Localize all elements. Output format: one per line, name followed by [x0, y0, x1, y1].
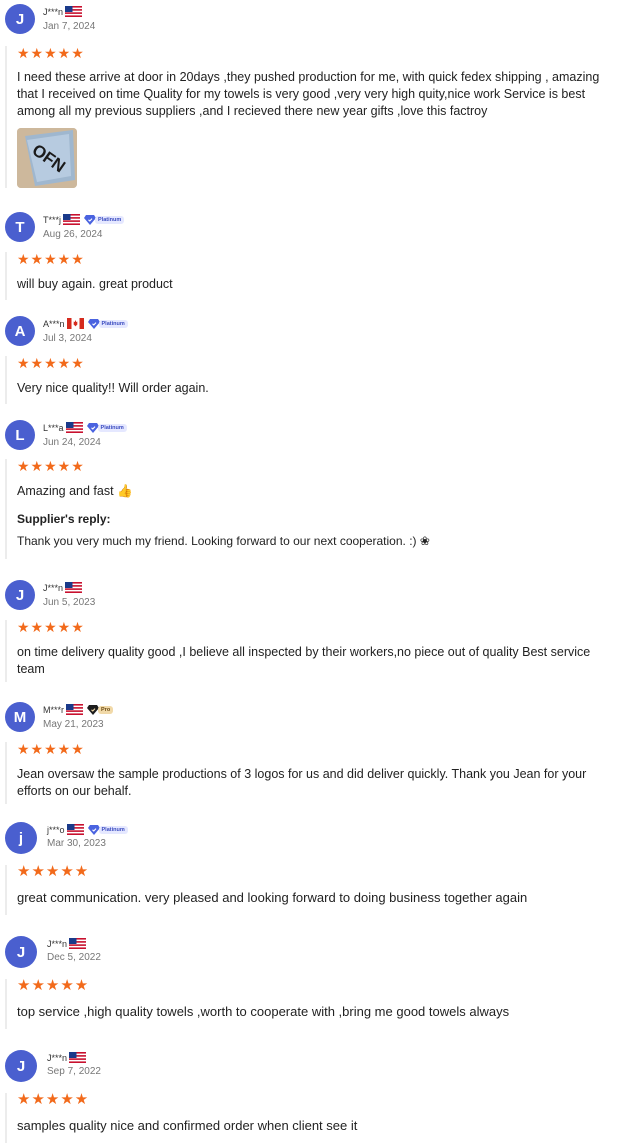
- diamond-icon: [87, 423, 99, 433]
- badge-label: Platinum: [97, 423, 127, 432]
- review-text: Very nice quality!! Will order again.: [17, 381, 209, 395]
- supplier-reply-title: Supplier's reply:: [17, 512, 111, 526]
- us-flag-icon: [65, 582, 82, 593]
- us-flag-icon: [66, 704, 83, 715]
- reviewer-name: j***o: [47, 824, 65, 835]
- review-body: ★★★★★ Amazing and fast 👍 Supplier's repl…: [5, 459, 617, 559]
- star-rating: ★★★★★: [17, 355, 85, 371]
- star-rating: ★★★★★: [17, 45, 85, 61]
- review-date: Jun 5, 2023: [43, 597, 96, 608]
- avatar: J: [5, 4, 35, 34]
- review-body: ★★★★★ Jean oversaw the sample production…: [5, 742, 617, 804]
- review-card: J J***n Sep 7, 2022 ★★★★★ samples qualit…: [0, 1046, 632, 1147]
- review-card: j j***o Platinum Mar 30, 2023 ★★★★★ grea…: [0, 818, 632, 923]
- reviewer-name: L***a: [43, 422, 64, 433]
- star-rating: ★★★★★: [17, 619, 85, 635]
- reviewer-row: j***o Platinum: [47, 823, 128, 836]
- review-body: ★★★★★ will buy again. great product: [5, 252, 617, 300]
- review-text: great communication. very pleased and lo…: [17, 890, 528, 905]
- review-date: May 21, 2023: [43, 719, 104, 730]
- avatar: A: [5, 316, 35, 346]
- reviewer-row: J***n: [43, 5, 82, 18]
- ca-flag-icon: [67, 318, 84, 329]
- diamond-icon: [88, 319, 100, 329]
- reviewer-row: J***n: [47, 937, 86, 950]
- reviewer-row: A***n Platinum: [43, 317, 128, 330]
- star-rating: ★★★★★: [17, 863, 90, 880]
- us-flag-icon: [69, 1052, 86, 1063]
- us-flag-icon: [66, 422, 83, 433]
- review-date: Jun 24, 2024: [43, 437, 101, 448]
- platinum-badge: Platinum: [87, 423, 127, 433]
- review-text: will buy again. great product: [17, 277, 173, 291]
- review-body: ★★★★★ I need these arrive at door in 20d…: [5, 46, 617, 188]
- reviewer-row: T***j Platinum: [43, 213, 125, 226]
- platinum-badge: Platinum: [88, 825, 128, 835]
- review-body: ★★★★★ on time delivery quality good ,I b…: [5, 620, 617, 682]
- us-flag-icon: [67, 824, 84, 835]
- reviewer-name: J***n: [47, 938, 68, 949]
- avatar: T: [5, 212, 35, 242]
- review-card: J J***n Jun 5, 2023 ★★★★★ on time delive…: [0, 576, 632, 686]
- towel-photo-image: OFN: [17, 128, 77, 188]
- badge-label: Platinum: [98, 319, 128, 328]
- reviewer-row: J***n: [47, 1051, 86, 1064]
- us-flag-icon: [63, 214, 80, 225]
- platinum-badge: Platinum: [88, 319, 128, 329]
- review-date: Sep 7, 2022: [47, 1066, 101, 1077]
- avatar: M: [5, 702, 35, 732]
- review-text: on time delivery quality good ,I believe…: [17, 645, 591, 676]
- review-text: Jean oversaw the sample productions of 3…: [17, 767, 587, 798]
- reviewer-name: A***n: [43, 318, 65, 329]
- review-text: top service ,high quality towels ,worth …: [17, 1004, 510, 1019]
- supplier-reply-text: Thank you very much my friend. Looking f…: [17, 534, 430, 548]
- review-card: M M***r Pro May 21, 2023 ★★★★★ Jean over…: [0, 698, 632, 808]
- star-rating: ★★★★★: [17, 458, 85, 474]
- reviewer-row: M***r Pro: [43, 703, 114, 716]
- review-body: ★★★★★ top service ,high quality towels ,…: [5, 977, 617, 1029]
- star-rating: ★★★★★: [17, 741, 85, 757]
- review-date: Jul 3, 2024: [43, 333, 92, 344]
- diamond-icon: [88, 825, 100, 835]
- reviewer-name: J***n: [47, 1052, 68, 1063]
- review-date: Aug 26, 2024: [43, 229, 103, 240]
- review-card: J J***n Dec 5, 2022 ★★★★★ top service ,h…: [0, 932, 632, 1037]
- badge-label: Platinum: [95, 215, 125, 224]
- us-flag-icon: [65, 6, 82, 17]
- reviewer-row: J***n: [43, 581, 82, 594]
- badge-label: Platinum: [98, 825, 128, 834]
- avatar: J: [5, 1050, 37, 1082]
- avatar: J: [5, 580, 35, 610]
- review-photo-thumbnail[interactable]: OFN: [17, 128, 77, 188]
- reviewer-name: T***j: [43, 214, 62, 225]
- reviewer-name: M***r: [43, 704, 65, 715]
- reviewer-name: J***n: [43, 582, 64, 593]
- review-date: Jan 7, 2024: [43, 21, 96, 32]
- star-rating: ★★★★★: [17, 977, 90, 994]
- star-rating: ★★★★★: [17, 251, 85, 267]
- review-card: J J***n Jan 7, 2024 ★★★★★ I need these a…: [0, 0, 632, 195]
- review-card: T T***j Platinum Aug 26, 2024 ★★★★★ will…: [0, 208, 632, 303]
- review-body: ★★★★★ Very nice quality!! Will order aga…: [5, 356, 617, 404]
- review-card: A A***n Platinum Jul 3, 2024 ★★★★★ Very …: [0, 312, 632, 407]
- review-date: Dec 5, 2022: [47, 952, 101, 963]
- avatar: J: [5, 936, 37, 968]
- review-text: samples quality nice and confirmed order…: [17, 1118, 358, 1133]
- avatar: j: [5, 822, 37, 854]
- pro-badge: Pro: [87, 705, 114, 715]
- platinum-badge: Platinum: [84, 215, 125, 225]
- review-date: Mar 30, 2023: [47, 838, 106, 849]
- reviewer-row: L***a Platinum: [43, 421, 127, 434]
- review-text: I need these arrive at door in 20days ,t…: [17, 70, 600, 118]
- review-card: L L***a Platinum Jun 24, 2024 ★★★★★ Amaz…: [0, 416, 632, 566]
- review-text: Amazing and fast 👍: [17, 484, 133, 498]
- review-body: ★★★★★ great communication. very pleased …: [5, 863, 617, 915]
- avatar: L: [5, 420, 35, 450]
- review-body: ★★★★★ samples quality nice and confirmed…: [5, 1091, 617, 1143]
- us-flag-icon: [69, 938, 86, 949]
- star-rating: ★★★★★: [17, 1091, 90, 1108]
- badge-label: Pro: [98, 705, 114, 714]
- reviewer-name: J***n: [43, 6, 64, 17]
